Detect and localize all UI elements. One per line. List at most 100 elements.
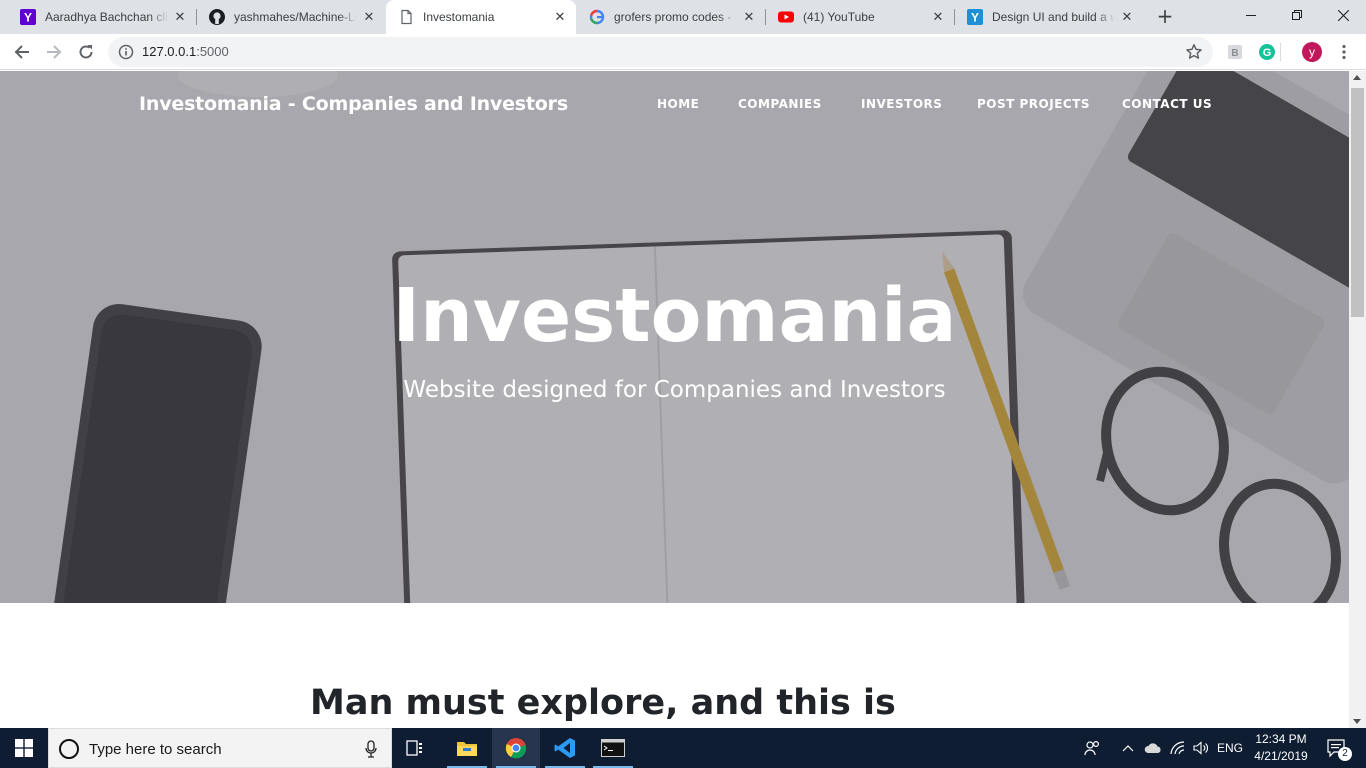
chevron-up-icon xyxy=(1122,745,1134,752)
start-button[interactable] xyxy=(0,728,48,768)
yahoo-icon: Y xyxy=(967,9,983,25)
tab-title: grofers promo codes - xyxy=(614,10,732,24)
restore-window-button[interactable] xyxy=(1274,0,1320,30)
microphone-icon[interactable] xyxy=(365,740,377,758)
system-clock[interactable]: 12:34 PM 4/21/2019 xyxy=(1248,731,1314,765)
more-vert-icon xyxy=(1342,44,1346,60)
tab-title: Design UI and build a w xyxy=(992,10,1115,24)
profile-avatar[interactable]: y xyxy=(1302,42,1322,62)
clock-time: 12:34 PM xyxy=(1255,732,1307,746)
browser-tab-1[interactable]: Y Aaradhya Bachchan clic ✕ xyxy=(8,0,196,34)
close-window-button[interactable] xyxy=(1320,0,1366,30)
minimize-window-button[interactable] xyxy=(1228,0,1274,30)
svg-text:B: B xyxy=(1231,48,1238,59)
nav-link-home[interactable]: HOME xyxy=(657,97,699,111)
url-text: 127.0.0.1:5000 xyxy=(142,44,229,59)
svg-text:Y: Y xyxy=(971,11,979,25)
browser-tab-4[interactable]: grofers promo codes - ✕ xyxy=(577,0,765,34)
browser-tab-2[interactable]: yashmahes/Machine-Le ✕ xyxy=(197,0,385,34)
extension-b-icon: B xyxy=(1228,45,1242,59)
site-brand-link[interactable]: Investomania - Companies and Investors xyxy=(139,93,568,115)
terminal-icon xyxy=(601,739,625,757)
close-tab-icon[interactable]: ✕ xyxy=(1119,9,1135,25)
tab-title: yashmahes/Machine-Le xyxy=(234,10,357,24)
chrome-icon xyxy=(505,738,527,759)
volume-button[interactable] xyxy=(1190,728,1212,768)
show-hidden-icons-button[interactable] xyxy=(1118,728,1138,768)
extension-icon[interactable]: B xyxy=(1226,43,1244,61)
url-host: 127.0.0.1 xyxy=(142,44,197,59)
yahoo-icon: Y xyxy=(20,9,36,25)
reload-icon xyxy=(79,45,93,59)
hero-subtitle: Website designed for Companies and Inves… xyxy=(403,377,946,403)
info-icon[interactable] xyxy=(118,44,134,60)
url-port: :5000 xyxy=(196,44,229,59)
nav-link-companies[interactable]: COMPANIES xyxy=(738,97,822,111)
svg-text:Y: Y xyxy=(24,11,32,25)
close-icon xyxy=(1337,9,1349,21)
close-tab-icon[interactable]: ✕ xyxy=(741,9,757,25)
scroll-down-arrow-icon[interactable] xyxy=(1353,719,1361,724)
tab-title: Investomania xyxy=(423,10,495,24)
cortana-icon xyxy=(59,739,79,759)
taskbar-chrome[interactable] xyxy=(492,728,540,768)
google-icon xyxy=(589,9,605,25)
taskbar-search-box[interactable]: Type here to search xyxy=(48,728,392,768)
network-button[interactable] xyxy=(1167,728,1189,768)
new-tab-button[interactable]: + xyxy=(1153,5,1177,29)
arrow-right-icon xyxy=(47,45,62,59)
minimize-icon xyxy=(1246,15,1256,16)
folder-icon xyxy=(457,742,477,756)
windows-logo-icon xyxy=(15,739,33,757)
github-icon xyxy=(209,9,225,25)
bookmark-star-icon[interactable] xyxy=(1185,43,1203,61)
close-tab-icon[interactable]: ✕ xyxy=(930,9,946,25)
vscode-icon xyxy=(554,738,575,758)
page-scrollbar[interactable] xyxy=(1349,71,1366,728)
close-tab-icon[interactable]: ✕ xyxy=(552,9,568,25)
browser-tab-3-active[interactable]: Investomania ✕ xyxy=(386,0,576,34)
nav-link-contact-us[interactable]: CONTACT US xyxy=(1122,97,1212,111)
scrollbar-thumb[interactable] xyxy=(1351,88,1364,317)
svg-text:G: G xyxy=(1263,47,1272,59)
taskbar-search-placeholder: Type here to search xyxy=(89,741,222,758)
nav-link-investors[interactable]: INVESTORS xyxy=(861,97,942,111)
grammarly-button[interactable]: G xyxy=(1258,43,1276,61)
page-icon xyxy=(398,9,414,25)
back-button[interactable] xyxy=(8,38,36,66)
grammarly-icon: G xyxy=(1259,44,1275,60)
page-viewport: Investomania - Companies and Investors H… xyxy=(0,71,1349,728)
taskbar-vscode[interactable] xyxy=(541,728,589,768)
people-icon xyxy=(1084,740,1100,756)
taskbar-command-prompt[interactable] xyxy=(589,728,637,768)
notification-count-badge: 2 xyxy=(1338,747,1352,761)
address-bar[interactable]: 127.0.0.1:5000 xyxy=(108,37,1213,67)
tab-title: Aaradhya Bachchan clic xyxy=(45,10,168,24)
task-view-button[interactable] xyxy=(392,728,440,768)
cloud-icon xyxy=(1144,743,1161,753)
reload-button[interactable] xyxy=(72,38,100,66)
windows-taskbar: Type here to search ENG 12:34 PM 4/21/20… xyxy=(0,728,1366,768)
taskbar-file-explorer[interactable] xyxy=(443,728,491,768)
post-preview-title[interactable]: Man must explore, and this is xyxy=(310,683,896,723)
browser-tab-strip: Y Aaradhya Bachchan clic ✕ yashmahes/Mac… xyxy=(0,0,1366,34)
close-tab-icon[interactable]: ✕ xyxy=(172,9,188,25)
toolbar-divider xyxy=(1280,43,1281,61)
wifi-icon xyxy=(1170,741,1185,755)
tab-title: (41) YouTube xyxy=(803,10,875,24)
onedrive-button[interactable] xyxy=(1142,728,1164,768)
restore-icon xyxy=(1292,10,1302,20)
browser-tab-5[interactable]: (41) YouTube ✕ xyxy=(766,0,954,34)
scroll-up-arrow-icon[interactable] xyxy=(1353,75,1361,80)
chrome-menu-button[interactable] xyxy=(1335,43,1353,61)
nav-link-post-projects[interactable]: POST PROJECTS xyxy=(977,97,1090,111)
arrow-left-icon xyxy=(14,45,29,59)
close-tab-icon[interactable]: ✕ xyxy=(361,9,377,25)
hero-section: Investomania - Companies and Investors H… xyxy=(0,71,1349,603)
browser-tab-6[interactable]: Y Design UI and build a w ✕ xyxy=(955,0,1143,34)
input-language-indicator[interactable]: ENG xyxy=(1214,728,1246,768)
forward-button[interactable] xyxy=(40,38,68,66)
speaker-icon xyxy=(1193,741,1208,755)
people-button[interactable] xyxy=(1080,728,1106,768)
action-center-button[interactable]: 2 xyxy=(1318,728,1358,768)
